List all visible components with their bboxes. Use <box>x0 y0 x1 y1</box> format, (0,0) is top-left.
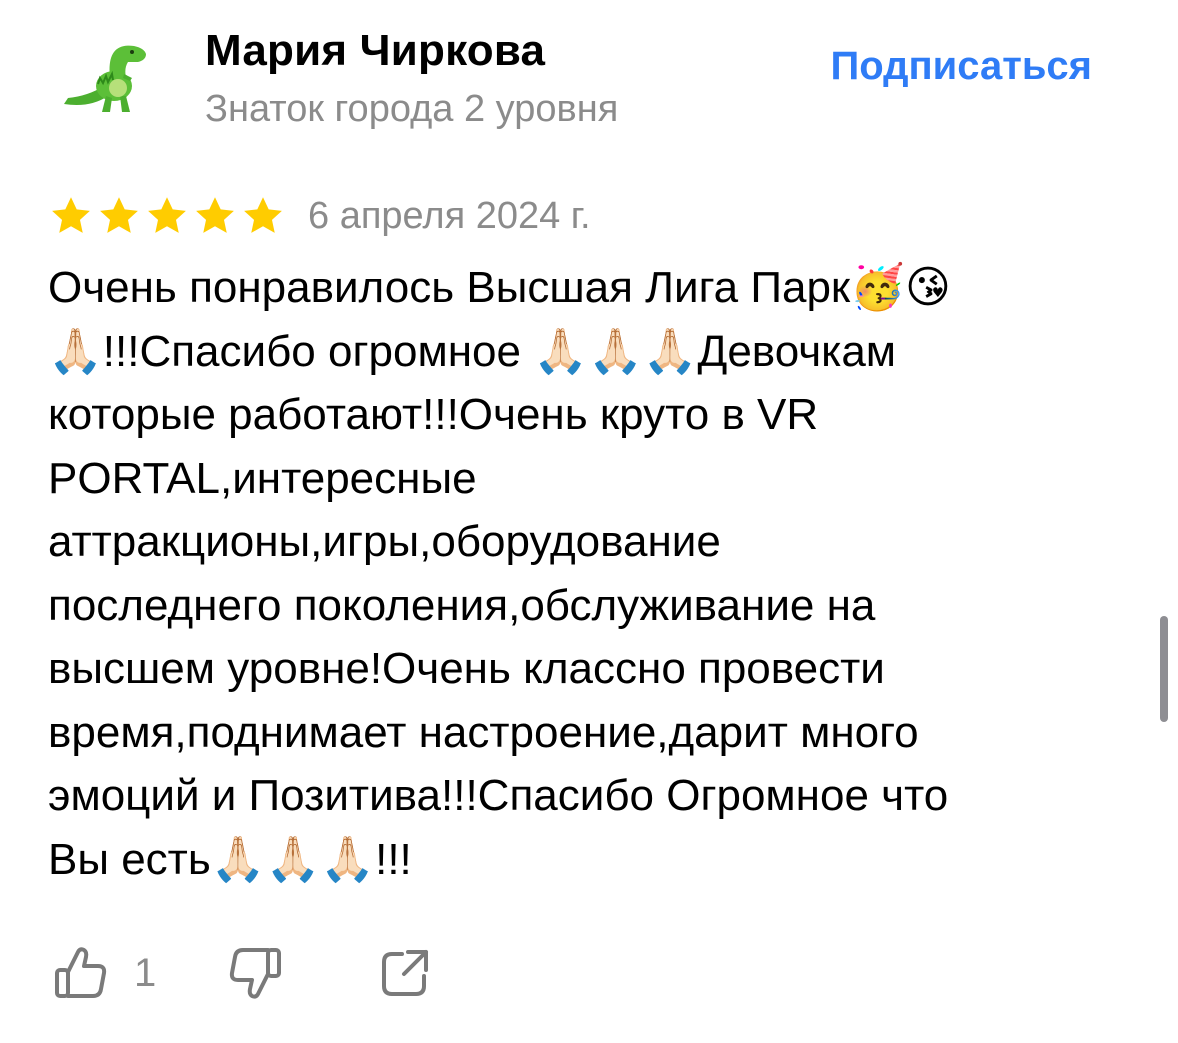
review-date: 6 апреля 2024 г. <box>308 194 591 237</box>
like-button[interactable]: 1 <box>52 944 156 1002</box>
dislike-button[interactable] <box>226 944 284 1002</box>
thumbs-down-icon <box>230 948 282 999</box>
review-text-line: время,поднимает настроение,дарит много <box>48 707 919 757</box>
avatar[interactable] <box>58 38 154 118</box>
scrollbar[interactable] <box>1160 616 1168 722</box>
review-text: Очень понравилось Высшая Лига Парк🥳😘 🙏🏻!!… <box>48 256 1138 891</box>
star-icon <box>52 197 90 233</box>
rating-row: 6 апреля 2024 г. <box>48 193 591 239</box>
review-text-line: которые работают!!!Очень круто в VR <box>48 390 819 439</box>
review-text-line: Очень понравилось Высшая Лига Парк🥳😘 <box>48 263 951 312</box>
author-name[interactable]: Мария Чиркова <box>205 26 545 76</box>
author-level: Знаток города 2 уровня <box>205 88 619 130</box>
review-text-line: эмоций и Позитива!!!Спасибо Огромное что <box>48 771 949 820</box>
subscribe-button[interactable]: Подписаться <box>830 44 1092 89</box>
star-icon <box>148 197 186 233</box>
review-text-line: Вы есть🙏🏻🙏🏻🙏🏻!!! <box>48 834 412 884</box>
review-text-line: последнего поколения,обслуживание на <box>48 580 876 630</box>
star-rating <box>48 194 286 238</box>
star-icon <box>244 197 282 233</box>
star-icon <box>196 197 234 233</box>
share-button[interactable] <box>376 944 434 1002</box>
review-text-line: 🙏🏻!!!Спасибо огромное 🙏🏻🙏🏻🙏🏻Девочкам <box>48 326 897 376</box>
share-icon <box>382 950 429 996</box>
star-icon <box>100 197 138 233</box>
dinosaur-icon <box>64 45 146 112</box>
review-actions: 1 <box>52 940 434 1006</box>
review-text-line: высшем уровне!Очень классно провести <box>48 644 885 693</box>
like-count: 1 <box>134 950 157 995</box>
thumbs-up-icon <box>55 947 107 998</box>
review-text-line: аттракционы,игры,оборудование <box>48 517 721 566</box>
review-text-line: PORTAL,интересные <box>48 453 477 503</box>
